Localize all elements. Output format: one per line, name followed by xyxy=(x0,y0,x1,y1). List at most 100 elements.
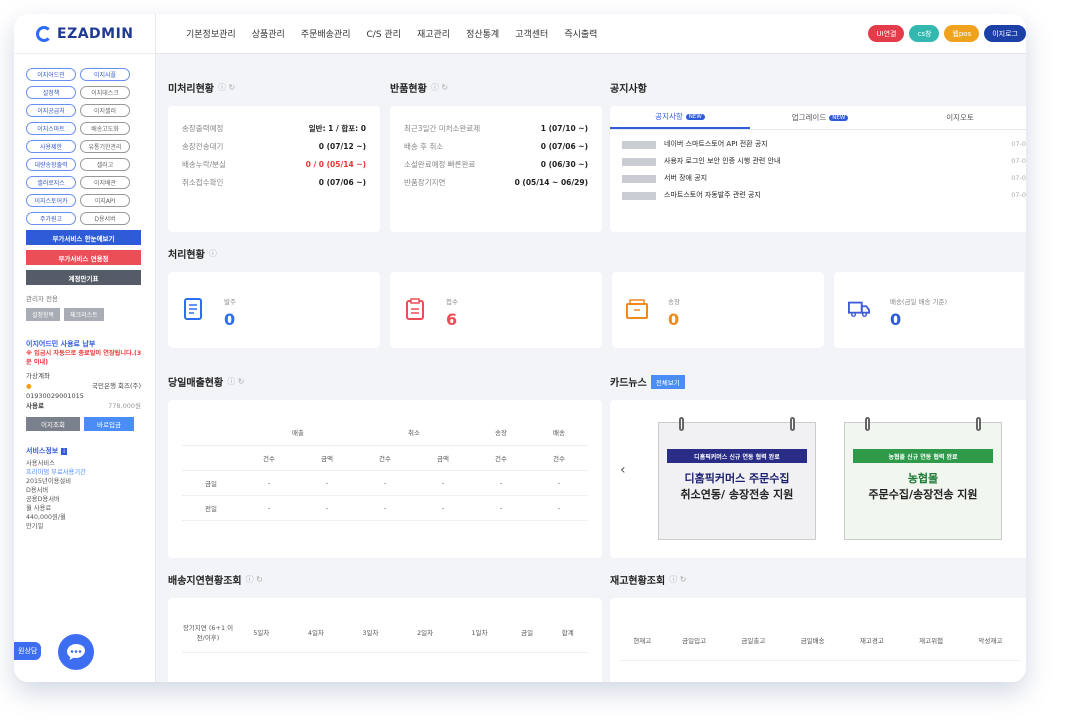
sidebar-service-pill[interactable]: 이지공급처 xyxy=(26,104,76,117)
sales-row-label: 금일 xyxy=(182,470,240,496)
status-value[interactable]: 1 (07/10 ~) xyxy=(541,120,588,138)
refresh-icon[interactable]: ⓘ ↻ xyxy=(246,574,263,585)
account-expiry-button[interactable]: 계정만기표 xyxy=(26,270,141,285)
refresh-icon[interactable]: ⓘ ↻ xyxy=(227,376,244,387)
sidebar-service-pill[interactable]: 이지샤플 xyxy=(80,68,130,81)
sidebar-service-pill[interactable]: 이지데스크 xyxy=(80,86,130,99)
process-card[interactable]: 접수 6 xyxy=(390,272,602,348)
notices-card: 공지사항 NEW 업그레이드 NEW 이지오토 네이버 스마트스토어 API 전환 공지… xyxy=(610,106,1026,232)
notice-item[interactable]: 스마트스토어 자동발주 관련 공지 07-0 xyxy=(622,187,1026,204)
sidebar-service-pill[interactable]: 배송고도화 xyxy=(80,122,130,135)
settings-button[interactable]: 설정항목 xyxy=(26,308,61,321)
process-card[interactable]: 배송(금일 배송 기준) 0 xyxy=(834,272,1024,348)
notice-tab[interactable]: 업그레이드 NEW xyxy=(750,106,890,129)
menu-item[interactable]: 즉시출력 xyxy=(564,27,597,40)
sales-group-header: 송장 xyxy=(472,420,530,446)
card-news-item[interactable]: 디홈픽커머스 신규 연동 협력 완료 디홈픽커머스 주문수집 취소연동/ 송장전송 … xyxy=(658,417,816,540)
card-news-line2: 주문수집/송장전송 지원 xyxy=(868,488,978,501)
notice-date: 07-0 xyxy=(1011,191,1026,199)
help-icon[interactable]: ⓘ ↻ xyxy=(218,82,235,93)
sidebar-service-pill[interactable]: 사용제한 xyxy=(26,140,76,153)
menu-item[interactable]: 상품관리 xyxy=(252,27,285,40)
help-icon[interactable]: ⓘ xyxy=(209,248,217,259)
sidebar-service-pill[interactable]: 이지스마트 xyxy=(26,122,76,135)
status-value[interactable]: 0 (07/12 ~) xyxy=(319,138,366,156)
fee-label: 사용료 xyxy=(26,402,44,410)
notice-date: 07-0 xyxy=(1011,140,1026,148)
account-label: 가상계좌 xyxy=(26,372,50,380)
binder-ring-icon xyxy=(976,417,981,431)
sidebar-service-pill[interactable]: 유통기한관리 xyxy=(80,140,130,153)
binder-ring-icon xyxy=(679,417,684,431)
sidebar-service-pill[interactable]: 이지스토어카 xyxy=(26,194,76,207)
delay-card: 장기지연 (6+1 이전/이후) 5일차 4일차 3일차 2일차 1일차 금일 합계 xyxy=(168,598,602,682)
menu-item[interactable]: 주문배송관리 xyxy=(301,27,351,40)
top-buttons: UI연결 cs창 웹pos 이지로그 xyxy=(868,25,1026,42)
status-value[interactable]: 0 (05/14 ~ 06/29) xyxy=(515,174,588,192)
prev-arrow-icon[interactable]: ‹ xyxy=(620,462,626,478)
card-news-panel: ‹ 디홈픽커머스 신규 연동 협력 완료 디홈픽커머스 주문수집 취소연동/ 송장전… xyxy=(610,400,1026,558)
top-action-button[interactable]: UI연결 xyxy=(868,25,905,42)
top-action-button[interactable]: 웹pos xyxy=(944,25,980,42)
sidebar-service-pill[interactable]: 주가원고 xyxy=(26,212,76,225)
status-value[interactable]: 일반: 1 / 합포: 0 xyxy=(309,120,366,138)
status-value[interactable]: 0 (06/30 ~) xyxy=(541,156,588,174)
sales-cell: - xyxy=(414,495,472,521)
menu-item[interactable]: C/S 관리 xyxy=(367,27,401,40)
notice-tab[interactable]: 이지오토 xyxy=(890,106,1026,129)
processing-title: 처리현황 ⓘ xyxy=(168,248,217,261)
process-card[interactable]: 송장 0 xyxy=(612,272,824,348)
refresh-icon[interactable]: ⓘ ↻ xyxy=(669,574,686,585)
order-icon xyxy=(182,296,204,322)
card-news-line2: 취소연동/ 송장전송 지원 xyxy=(680,488,794,501)
notice-tab[interactable]: 공지사항 NEW xyxy=(610,106,750,129)
notice-item[interactable]: 사용자 로그인 보안 인증 시행 관련 안내 07-0 xyxy=(622,153,1026,170)
process-card[interactable]: 발주 0 xyxy=(168,272,380,348)
sales-group-row: 매출 취소 송장 배송 xyxy=(182,420,588,446)
top-action-button[interactable]: cs창 xyxy=(909,25,940,42)
menu-item[interactable]: 고객센터 xyxy=(515,27,548,40)
menu-item[interactable]: 기본정보관리 xyxy=(186,27,236,40)
status-value[interactable]: 0 (07/06 ~) xyxy=(541,138,588,156)
menu-item[interactable]: 재고관리 xyxy=(417,27,450,40)
status-label: 송장출력예정 xyxy=(182,124,224,133)
sidebar-service-pill[interactable]: 셀러고 xyxy=(80,158,130,171)
account-lookup-button[interactable]: 이지조회 xyxy=(26,417,80,431)
sidebar-service-pill[interactable]: 이지어드민 xyxy=(26,68,76,81)
card-news-item[interactable]: 농협몰 신규 연동 협력 완료 농협몰 주문수집/송장전송 지원 xyxy=(844,417,1002,540)
logo[interactable]: EZADMIN xyxy=(14,14,155,54)
sidebar-service-pill[interactable]: D용서버 xyxy=(80,212,130,225)
addon-overview-button[interactable]: 부가서비스 한눈에보기 xyxy=(26,230,141,245)
refresh-icon[interactable]: ⓘ ↻ xyxy=(431,82,448,93)
sidebar: EZADMIN 이지어드민 이지샤플설정책 이지데스크이지공급처 이지셀러이지스마트 배… xyxy=(14,14,156,682)
sidebar-service-pill[interactable]: 이지셀러 xyxy=(80,104,130,117)
sales-group-header: 취소 xyxy=(356,420,472,446)
notice-item[interactable]: 서버 장애 공지 07-0 xyxy=(622,170,1026,187)
chat-button[interactable] xyxy=(58,634,94,670)
notices-title: 공지사항 xyxy=(610,84,647,95)
sidebar-service-pill[interactable]: 이지API xyxy=(80,194,130,207)
view-all-button[interactable]: 전체보기 xyxy=(650,374,685,389)
addon-apply-button[interactable]: 부가서비스 연용정 xyxy=(26,250,141,265)
notice-tag-icon xyxy=(622,157,656,166)
process-text: 송장 0 xyxy=(668,296,680,329)
status-value[interactable]: 0 (07/06 ~) xyxy=(319,174,366,192)
status-row: 배송 후 취소 0 (07/06 ~) xyxy=(404,138,588,156)
process-value: 6 xyxy=(446,310,458,329)
stock-column-header: 재고경고 xyxy=(842,620,902,661)
checklist-button[interactable]: 체크리스트 xyxy=(64,308,104,321)
top-navigation: 기본정보관리 상품관리 주문배송관리 C/S 관리 재고관리 정산통계 고객센터 즉시출력 U… xyxy=(156,14,1026,54)
sales-row: 금일 - - - - - - xyxy=(182,470,588,496)
empty-header xyxy=(182,445,240,471)
chat-tab[interactable]: 원상담 xyxy=(14,642,42,660)
pay-now-button[interactable]: 바로입금 xyxy=(84,417,134,431)
top-action-button[interactable]: 이지로그 xyxy=(984,25,1026,42)
status-value[interactable]: 0 / 0 (05/14 ~) xyxy=(306,156,366,174)
sidebar-service-pill[interactable]: 셀러로지스 xyxy=(26,176,76,189)
menu-item[interactable]: 정산통계 xyxy=(466,27,499,40)
sidebar-service-pill[interactable]: 이지배관 xyxy=(80,176,130,189)
card-news-line1: 디홈픽커머스 주문수집 xyxy=(684,472,790,485)
sidebar-service-pill[interactable]: 설정책 xyxy=(26,86,76,99)
sidebar-service-pill[interactable]: 대량송장출력 xyxy=(26,158,76,171)
notice-item[interactable]: 네이버 스마트스토어 API 전환 공지 07-0 xyxy=(622,136,1026,153)
